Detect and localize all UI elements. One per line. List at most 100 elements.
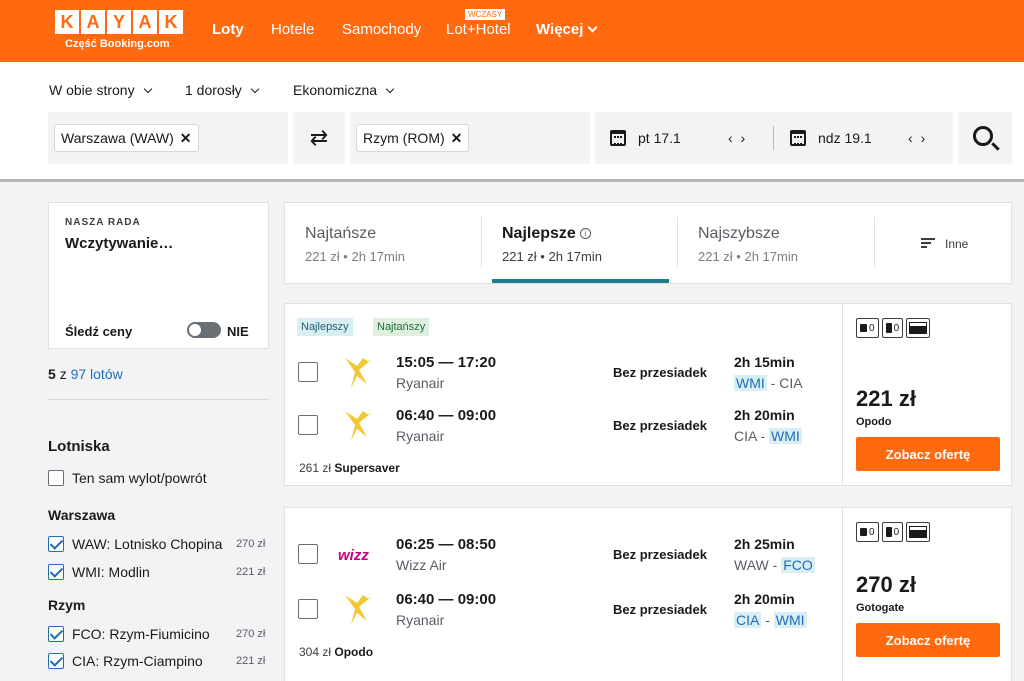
nav-hotels[interactable]: Hotele xyxy=(271,21,314,38)
airport-label-fco[interactable]: FCO: Rzym-Fiumicino xyxy=(72,626,228,642)
destination-chip[interactable]: Rzym (ROM) ✕ xyxy=(356,124,470,152)
alt-price: 261 zł xyxy=(299,461,332,475)
airline-name: Wizz Air xyxy=(396,557,447,573)
checked-bag-icon xyxy=(885,323,892,333)
route-to: FCO xyxy=(781,557,815,573)
compare-checkbox[interactable] xyxy=(298,362,318,382)
search-button[interactable] xyxy=(958,112,1012,164)
flight-route: CIA - WMI xyxy=(734,612,807,628)
travelers-dropdown[interactable]: 1 dorosły xyxy=(185,82,260,98)
track-prices-toggle[interactable] xyxy=(187,322,221,338)
airport-price-cia: 221 zł xyxy=(236,655,266,667)
payment-card xyxy=(906,522,931,542)
checked-bag: 0 xyxy=(881,318,904,338)
return-date-field[interactable]: ndz 19.1 xyxy=(774,112,872,164)
info-icon[interactable]: i xyxy=(579,228,591,239)
same-airport-label[interactable]: Ten sam wylot/powrót xyxy=(72,470,262,486)
origin-chip[interactable]: Warszawa (WAW) ✕ xyxy=(54,124,199,152)
flight-route: WMI - CIA xyxy=(734,375,803,391)
flight-leg: 06:40 — 09:00 Ryanair Bez przesiadek 2h … xyxy=(285,585,842,635)
chevron-right-icon[interactable]: › xyxy=(921,130,934,146)
calendar-icon xyxy=(610,130,626,146)
view-offer-button[interactable]: Zobacz ofertę xyxy=(856,437,1000,471)
ryanair-logo-icon xyxy=(345,595,371,625)
alt-provider: Supersaver xyxy=(334,461,400,475)
compare-checkbox[interactable] xyxy=(298,599,318,619)
flight-route: CIA - WMI xyxy=(734,428,802,444)
tab-fastest[interactable]: Najszybsze 221 zł • 2h 17min xyxy=(698,203,878,283)
trip-type-dropdown[interactable]: W obie strony xyxy=(49,82,152,98)
route-separator: - xyxy=(756,428,770,444)
carry-on-bag: 0 xyxy=(856,318,879,338)
origin-field[interactable]: Warszawa (WAW) ✕ xyxy=(48,112,288,164)
alternative-offer[interactable]: 304 zł Opodo xyxy=(299,645,373,659)
price-advice-box: NASZA RADA Wczytywanie… Śledź ceny NIE xyxy=(48,202,269,349)
cabin-dropdown[interactable]: Ekonomiczna xyxy=(293,82,395,98)
checked-bag-count: 0 xyxy=(893,526,900,538)
compare-checkbox[interactable] xyxy=(298,415,318,435)
airport-price-fco: 270 zł xyxy=(236,628,266,640)
airport-label-cia[interactable]: CIA: Rzym-Ciampino xyxy=(72,653,228,669)
tab-other-label: Inne xyxy=(945,237,969,251)
airport-checkbox-wmi[interactable] xyxy=(48,564,64,580)
chevron-left-icon[interactable]: ‹ xyxy=(728,130,741,146)
sidebar-divider xyxy=(48,399,269,400)
tab-cheapest[interactable]: Najtańsze 221 zł • 2h 17min xyxy=(305,203,485,283)
credit-card-icon xyxy=(910,323,927,333)
ryanair-logo-icon xyxy=(345,411,371,441)
nav-flights[interactable]: Loty xyxy=(212,21,244,38)
swap-button[interactable]: ⇄ xyxy=(293,112,345,164)
logo-subtitle: Część Booking.com xyxy=(65,38,170,50)
baggage-info[interactable]: 0 0 xyxy=(856,522,931,542)
view-offer-button[interactable]: Zobacz ofertę xyxy=(856,623,1000,657)
remove-icon[interactable]: ✕ xyxy=(451,130,463,147)
nav-more-label: Więcej xyxy=(536,21,584,38)
depart-date-label: pt 17.1 xyxy=(638,130,681,146)
airport-checkbox-cia[interactable] xyxy=(48,653,64,669)
airport-label-wmi[interactable]: WMI: Modlin xyxy=(72,564,228,580)
tab-fastest-sub: 221 zł • 2h 17min xyxy=(698,249,798,264)
stops-info: Bez przesiadek xyxy=(613,547,707,562)
kayak-logo[interactable]: K A Y A K Część Booking.com xyxy=(55,10,183,50)
cabin-label: Ekonomiczna xyxy=(293,82,378,98)
swap-arrows-icon: ⇄ xyxy=(309,125,329,150)
nav-more[interactable]: Więcej xyxy=(536,21,598,38)
destination-field[interactable]: Rzym (ROM) ✕ xyxy=(350,112,590,164)
airport-checkbox-fco[interactable] xyxy=(48,626,64,642)
depart-date-field[interactable]: pt 17.1 xyxy=(594,112,681,164)
top-header: K A Y A K Część Booking.com Loty Hotele … xyxy=(0,0,1024,62)
baggage-info[interactable]: 0 0 xyxy=(856,318,931,338)
chevron-down-icon xyxy=(587,22,598,33)
airport-checkbox-waw[interactable] xyxy=(48,536,64,552)
depart-date-arrows[interactable]: ‹› xyxy=(728,130,753,146)
compare-checkbox[interactable] xyxy=(298,544,318,564)
tab-separator xyxy=(874,217,875,267)
chevron-down-icon xyxy=(385,84,395,94)
alt-provider: Opodo xyxy=(334,645,374,659)
result-card[interactable]: wizz 06:25 — 08:50 Wizz Air Bez przesiad… xyxy=(284,507,1012,681)
tab-other[interactable]: Inne xyxy=(921,237,968,251)
remove-icon[interactable]: ✕ xyxy=(180,130,192,147)
travelers-label: 1 dorosły xyxy=(185,82,242,98)
alternative-offer[interactable]: 261 zł Supersaver xyxy=(299,461,400,475)
return-date-arrows[interactable]: ‹› xyxy=(908,130,933,146)
tab-best[interactable]: Najlepsze i 221 zł • 2h 17min xyxy=(502,203,672,283)
track-prices-label: Śledź ceny xyxy=(65,324,133,339)
results-count: 5 z 97 lotów xyxy=(48,366,123,382)
offer-price: 221 zł xyxy=(856,386,916,411)
track-prices-toggle-label: NIE xyxy=(227,324,249,339)
airport-label-waw[interactable]: WAW: Lotnisko Chopina xyxy=(72,536,228,552)
flight-leg: 15:05 — 17:20 Ryanair Bez przesiadek 2h … xyxy=(285,348,842,398)
flight-leg: wizz 06:25 — 08:50 Wizz Air Bez przesiad… xyxy=(285,530,842,580)
all-flights-link[interactable]: 97 lotów xyxy=(71,366,123,382)
nav-cars[interactable]: Samochody xyxy=(342,21,421,38)
same-airport-checkbox[interactable] xyxy=(48,470,64,486)
flight-times: 15:05 — 17:20 xyxy=(396,354,497,371)
chevron-left-icon[interactable]: ‹ xyxy=(908,130,921,146)
result-card[interactable]: Najlepszy Najtańszy 15:05 — 17:20 Ryanai… xyxy=(284,303,1012,486)
chevron-right-icon[interactable]: › xyxy=(741,130,754,146)
tab-separator xyxy=(677,217,678,267)
route-to: CIA xyxy=(779,375,803,391)
advice-title: Wczytywanie… xyxy=(65,235,174,252)
nav-packages[interactable]: Lot+Hotel xyxy=(446,21,511,38)
